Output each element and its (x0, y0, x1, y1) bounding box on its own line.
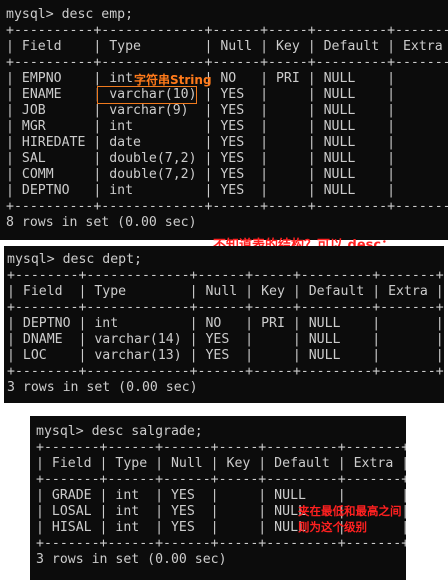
terminal-line: mysql> desc emp; (6, 7, 134, 22)
terminal-line: | DNAME | varchar(14) | YES | | NULL | | (7, 332, 444, 347)
terminal-line: 3 rows in set (0.00 sec) (36, 552, 227, 567)
terminal-line: | Field | Type | Null | Key | Default | … (6, 39, 448, 54)
terminal-line: | HIREDATE | date | YES | | NULL | | (6, 135, 448, 150)
terminal-output-dept: mysql> desc dept; +--------+-------------… (7, 252, 444, 396)
terminal-line: +----------+-------------+------+-----+-… (6, 23, 448, 38)
terminal-line: | COMM | double(7,2) | YES | | NULL | | (6, 167, 448, 182)
terminal-line: +-------+------+------+-----+---------+-… (36, 472, 406, 487)
terminal-line: 8 rows in set (0.00 sec) (6, 215, 197, 230)
terminal-line: | SAL | double(7,2) | YES | | NULL | | (6, 151, 448, 166)
terminal-window-salgrade: mysql> desc salgrade; +-------+------+---… (30, 416, 406, 580)
terminal-line: +--------+-------------+------+-----+---… (7, 364, 444, 379)
varchar-highlight-box (97, 86, 197, 104)
terminal-line: | ENAME | varchar(10) | YES | | NULL | | (6, 87, 448, 102)
terminal-line: 3 rows in set (0.00 sec) (7, 380, 198, 395)
terminal-line: +----------+-------------+------+-----+-… (6, 55, 448, 70)
string-type-annotation: 字符串String (134, 73, 212, 87)
terminal-output-emp: mysql> desc emp; +----------+------------… (6, 7, 448, 231)
terminal-line: mysql> desc salgrade; (36, 424, 203, 439)
terminal-line: | DEPTNO | int | NO | PRI | NULL | | (7, 316, 444, 331)
terminal-output-salgrade: mysql> desc salgrade; +-------+------+---… (36, 424, 406, 568)
terminal-line: | EMPNO | int | NO | PRI | NULL | | (6, 71, 448, 86)
terminal-line: +-------+------+------+-----+---------+-… (36, 536, 406, 551)
terminal-line: | LOC | varchar(13) | YES | | NULL | | (7, 348, 444, 363)
terminal-line: +----------+-------------+------+-----+-… (6, 199, 448, 214)
terminal-line: | GRADE | int | YES | | NULL | | (36, 488, 406, 503)
terminal-line: +--------+-------------+------+-----+---… (7, 300, 444, 315)
terminal-window-emp: mysql> desc emp; +----------+------------… (0, 0, 448, 240)
grade-range-annotation: 夹在最低和最高之间则为这个级别 (298, 504, 402, 534)
terminal-line: +--------+-------------+------+-----+---… (7, 268, 444, 283)
terminal-line: +-------+------+------+-----+---------+-… (36, 440, 406, 455)
terminal-line: | MGR | int | YES | | NULL | | (6, 119, 448, 134)
terminal-line: | DEPTNO | int | YES | | NULL | | (6, 183, 448, 198)
terminal-window-dept: mysql> desc dept; +--------+-------------… (4, 246, 444, 403)
terminal-line: | Field | Type | Null | Key | Default | … (7, 284, 444, 299)
terminal-line: mysql> desc dept; (7, 252, 142, 267)
terminal-line: | JOB | varchar(9) | YES | | NULL | | (6, 103, 448, 118)
terminal-line: | Field | Type | Null | Key | Default | … (36, 456, 406, 471)
